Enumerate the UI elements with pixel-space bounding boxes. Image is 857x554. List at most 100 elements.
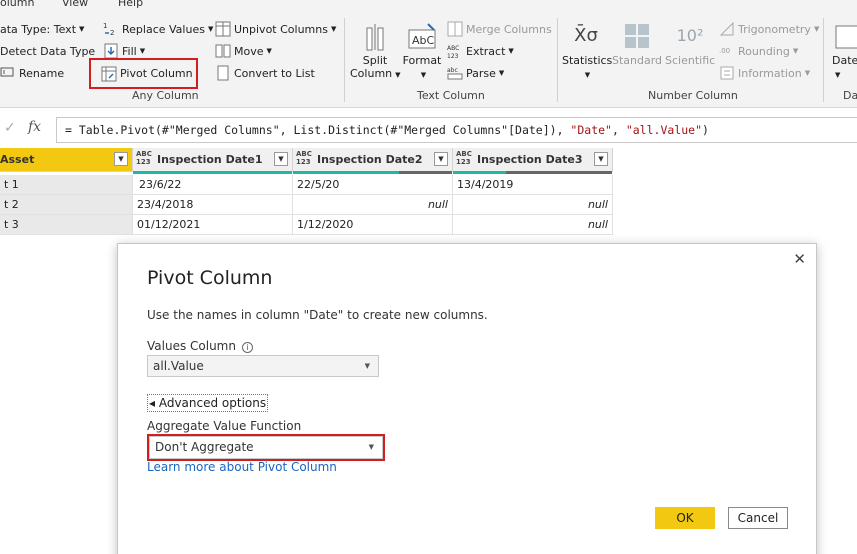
table-cell-null[interactable]: null xyxy=(453,195,613,215)
aggregate-function-select[interactable]: Don't Aggregate ▼ xyxy=(147,434,385,461)
table-cell[interactable]: t 2 xyxy=(0,195,133,215)
rounding-icon: .00 xyxy=(719,47,731,55)
aggregate-function-value: Don't Aggregate xyxy=(155,440,254,454)
formula-arg-date: "Date" xyxy=(570,123,612,137)
split-column-button[interactable]: Split Column ▼ xyxy=(350,22,401,82)
ok-button[interactable]: OK xyxy=(655,507,715,529)
chevron-down-icon: ▼ xyxy=(835,71,841,79)
table-cell-null[interactable]: null xyxy=(293,195,453,215)
pivot-column-icon xyxy=(101,66,117,82)
fill-label: Fill xyxy=(122,44,137,58)
chevron-down-icon: ▼ xyxy=(207,25,214,33)
pivot-column-button[interactable]: Pivot Column xyxy=(89,58,198,89)
tab-view[interactable]: View xyxy=(62,0,88,9)
values-column-label: Values Column i xyxy=(147,339,253,353)
detect-data-type-button[interactable]: Detect Data Type xyxy=(0,42,95,60)
svg-text:2: 2 xyxy=(110,29,114,37)
chevron-down-icon: ▼ xyxy=(79,25,85,33)
information-label: Information xyxy=(738,66,802,80)
learn-more-link[interactable]: Learn more about Pivot Column xyxy=(147,460,337,474)
column-quality-bar xyxy=(293,171,399,174)
standard-icon xyxy=(621,22,653,52)
column-header-asset[interactable]: Asset ▼ xyxy=(0,148,133,172)
tab-transform-column[interactable]: olumn xyxy=(0,0,34,9)
rename-button[interactable]: Rename xyxy=(0,64,64,82)
table-cell[interactable]: t 3 xyxy=(0,215,133,235)
date-group-label: Da xyxy=(843,89,857,102)
chevron-down-icon: ▼ xyxy=(584,71,591,79)
detect-data-type-label: Detect Data Type xyxy=(0,44,96,58)
dialog-title: Pivot Column xyxy=(147,267,273,289)
formula-input[interactable]: = Table.Pivot(#"Merged Columns", List.Di… xyxy=(56,117,857,143)
ribbon-divider xyxy=(344,18,345,102)
table-cell[interactable]: 23/4/2018 xyxy=(133,195,293,215)
trigonometry-dropdown[interactable]: Trigonometry ▼ xyxy=(719,20,819,38)
formula-bar: ✓ fx = Table.Pivot(#"Merged Columns", Li… xyxy=(0,117,857,143)
table-cell-null[interactable]: null xyxy=(453,215,613,235)
split-column-label-1: Split xyxy=(362,54,388,67)
cancel-button[interactable]: Cancel xyxy=(728,507,788,529)
values-column-label-text: Values Column xyxy=(147,339,236,353)
filter-dropdown-icon[interactable]: ▼ xyxy=(594,152,608,166)
any-column-group-label: Any Column xyxy=(132,89,199,102)
replace-values-button[interactable]: 12 Replace Values ▼ xyxy=(103,20,213,38)
column-header-label: Inspection Date1 xyxy=(157,153,263,166)
svg-text:1: 1 xyxy=(103,22,107,30)
merge-columns-label: Merge Columns xyxy=(466,22,552,36)
unpivot-columns-icon xyxy=(215,21,231,37)
close-icon[interactable]: ✕ xyxy=(793,250,806,268)
column-empty-bar xyxy=(506,171,612,174)
table-cell[interactable]: 1/12/2020 xyxy=(293,215,453,235)
column-header-inspection-date2[interactable]: ABC 123 Inspection Date2 ▼ xyxy=(293,148,453,174)
chevron-down-icon: ▼ xyxy=(804,69,811,77)
info-icon[interactable]: i xyxy=(241,342,253,353)
commit-formula-icon[interactable]: ✓ xyxy=(4,120,16,136)
merge-columns-button[interactable]: Merge Columns xyxy=(447,20,552,38)
unpivot-columns-button[interactable]: Unpivot Columns ▼ xyxy=(215,20,336,38)
convert-to-list-label: Convert to List xyxy=(234,66,315,80)
chevron-down-icon: ▼ xyxy=(420,71,427,79)
filter-dropdown-icon[interactable]: ▼ xyxy=(114,152,128,166)
table-cell[interactable]: 22/5/20 xyxy=(293,175,453,195)
table-cell[interactable]: 23/6/22 xyxy=(133,175,293,195)
information-dropdown[interactable]: Information ▼ xyxy=(719,64,810,82)
extract-dropdown[interactable]: ABC 123 Extract ▼ xyxy=(447,42,514,61)
parse-icon: abc xyxy=(447,65,463,81)
convert-to-list-button[interactable]: Convert to List xyxy=(215,64,315,82)
filter-dropdown-icon[interactable]: ▼ xyxy=(434,152,448,166)
ribbon: olumn View Help ata Type: Text ▼ Detect … xyxy=(0,0,857,108)
rounding-dropdown[interactable]: .00 Rounding ▼ xyxy=(719,42,798,60)
standard-button[interactable]: Standard xyxy=(612,22,662,67)
table-cell[interactable]: 13/4/2019 xyxy=(453,175,613,195)
chevron-down-icon: ▼ xyxy=(266,47,272,55)
tab-help[interactable]: Help xyxy=(118,0,143,9)
filter-dropdown-icon[interactable]: ▼ xyxy=(274,152,288,166)
table-cell[interactable]: 01/12/2021 xyxy=(133,215,293,235)
date-button[interactable]: Date ▼ xyxy=(832,22,857,82)
advanced-options-toggle[interactable]: ◂ Advanced options xyxy=(147,394,269,412)
text-type-icon[interactable]: ABC 123 xyxy=(136,150,152,166)
format-button[interactable]: AbC Format ▼ xyxy=(402,22,442,82)
standard-label: Standard xyxy=(612,54,663,67)
column-header-inspection-date3[interactable]: ABC 123 Inspection Date3 ▼ xyxy=(453,148,613,174)
move-label: Move xyxy=(234,44,264,58)
table-cell[interactable]: t 1 xyxy=(0,175,133,195)
values-column-select[interactable]: all.Value ▼ xyxy=(147,355,379,377)
triangle-icon xyxy=(719,21,735,37)
text-type-icon[interactable]: ABC 123 xyxy=(296,150,312,166)
chevron-down-icon: ▼ xyxy=(364,362,370,370)
data-type-dropdown[interactable]: ata Type: Text ▼ xyxy=(0,20,84,38)
statistics-label: Statistics xyxy=(562,54,613,67)
move-button[interactable]: Move ▼ xyxy=(215,42,272,60)
calendar-icon xyxy=(832,22,857,52)
unpivot-columns-label: Unpivot Columns xyxy=(234,22,328,36)
text-type-icon[interactable]: ABC 123 xyxy=(456,150,472,166)
fill-dropdown[interactable]: Fill ▼ xyxy=(103,42,145,60)
date-label: Date xyxy=(832,54,857,67)
fx-icon[interactable]: fx xyxy=(28,119,41,135)
scientific-button[interactable]: 10² Scientific xyxy=(665,22,715,67)
column-header-inspection-date1[interactable]: ABC 123 Inspection Date1 ▼ xyxy=(133,148,293,174)
statistics-button[interactable]: X̄σ Statistics ▼ xyxy=(562,22,613,82)
parse-dropdown[interactable]: abc Parse ▼ xyxy=(447,64,504,82)
formula-comma: , xyxy=(611,123,626,137)
